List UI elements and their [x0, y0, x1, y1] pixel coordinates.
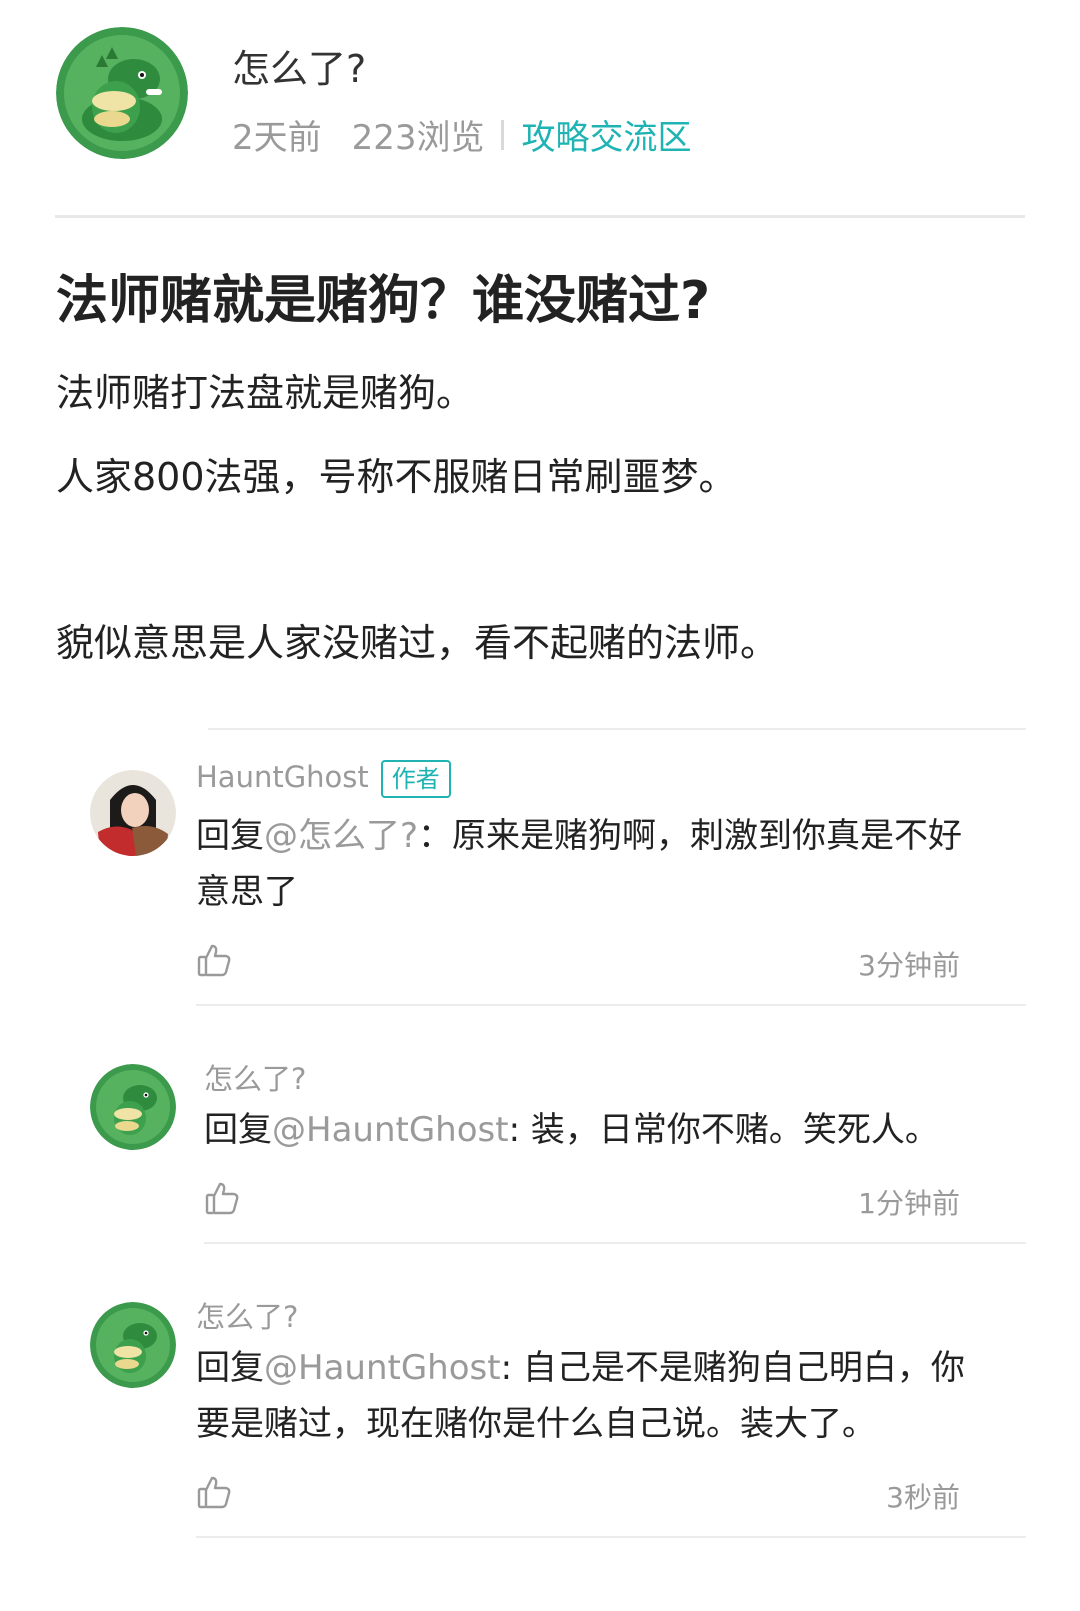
comments-divider [208, 728, 1026, 730]
commenter-avatar[interactable] [90, 1302, 176, 1388]
view-count: 223浏览 [351, 118, 485, 158]
reply-prefix: 回复 [196, 816, 264, 856]
comment-time: 1分钟前 [858, 1187, 960, 1220]
author-avatar[interactable] [56, 27, 188, 159]
meta-divider [500, 119, 504, 150]
comment-body: : 自己是不是赌狗自己明白，你 [500, 1348, 965, 1388]
comment-divider [196, 1004, 1026, 1006]
mention-link[interactable]: @怎么了? [264, 816, 418, 856]
reply-prefix: 回复 [196, 1348, 264, 1388]
post-time: 2天前 [232, 118, 322, 158]
post-meta: 2天前 223浏览 攻略交流区 [232, 110, 692, 159]
thumbs-up-icon[interactable] [204, 1180, 240, 1216]
mention-link[interactable]: @HauntGhost [272, 1110, 509, 1150]
comment-body: ：原来是赌狗啊，刺激到你真是不好 [418, 816, 963, 856]
header-divider [55, 215, 1025, 218]
reply-prefix: 回复 [204, 1110, 272, 1150]
post-title: 法师赌就是赌狗？谁没赌过? [56, 271, 711, 331]
commenter-avatar[interactable] [90, 770, 176, 856]
comment-author-name[interactable]: HauntGhost [196, 760, 369, 794]
commenter-avatar[interactable] [90, 1064, 176, 1150]
author-name[interactable]: 怎么了? [232, 38, 366, 93]
thumbs-up-icon[interactable] [196, 942, 232, 978]
comment-text: 回复@HauntGhost: 装，日常你不赌。笑死人。 [204, 1102, 984, 1158]
post-paragraph: 人家800法强，号称不服赌日常刷噩梦。 [56, 455, 737, 499]
comment-time: 3分钟前 [858, 949, 960, 982]
comment-divider [196, 1536, 1026, 1538]
comment-time: 3秒前 [886, 1481, 960, 1514]
comment-text: 回复@怎么了?：原来是赌狗啊，刺激到你真是不好意思了 [196, 808, 976, 920]
comment-body: : 装，日常你不赌。笑死人。 [508, 1110, 939, 1150]
mention-link[interactable]: @HauntGhost [264, 1348, 501, 1388]
comment-text: 回复@HauntGhost: 自己是不是赌狗自己明白，你要是赌过，现在赌你是什么… [196, 1340, 976, 1452]
comment-author-name[interactable]: 怎么了? [204, 1056, 306, 1098]
post-paragraph: 貌似意思是人家没赌过，看不起赌的法师。 [56, 621, 779, 665]
author-badge: 作者 [380, 760, 451, 798]
comment-body: 要是赌过，现在赌你是什么自己说。装大了。 [196, 1404, 876, 1444]
comment-body: 意思了 [196, 872, 298, 912]
section-link[interactable]: 攻略交流区 [522, 110, 692, 159]
comment-divider [204, 1242, 1026, 1244]
comment-author-name[interactable]: 怎么了? [196, 1294, 298, 1336]
comment-author[interactable]: HauntGhost 作者 [196, 760, 451, 798]
thumbs-up-icon[interactable] [196, 1474, 232, 1510]
post-paragraph: 法师赌打法盘就是赌狗。 [56, 371, 475, 415]
